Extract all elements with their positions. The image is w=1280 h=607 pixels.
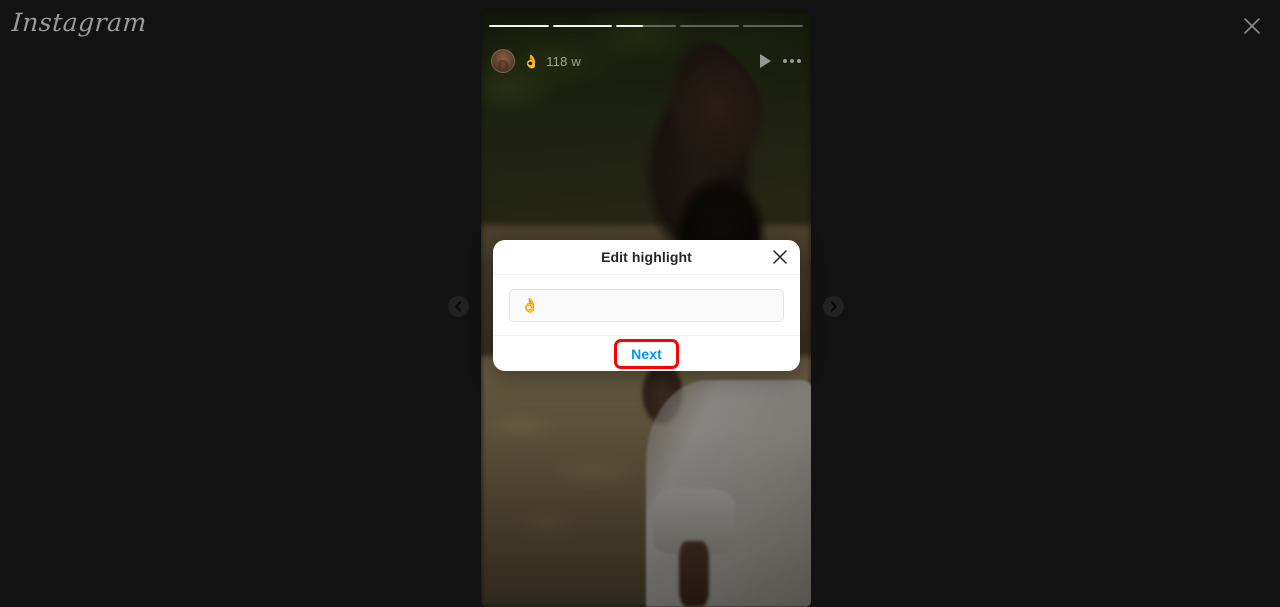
- progress-segment: [679, 25, 740, 27]
- next-button[interactable]: Next: [614, 338, 679, 369]
- highlight-emoji: 👌: [523, 53, 540, 69]
- more-options-icon[interactable]: [783, 59, 801, 63]
- play-icon[interactable]: [760, 54, 771, 68]
- progress-segment: [552, 25, 613, 27]
- story-header: 👌 118 w: [491, 48, 801, 74]
- progress-segment: [616, 25, 676, 27]
- next-story-button[interactable]: [823, 296, 844, 317]
- instagram-logo: Instagram: [10, 8, 148, 37]
- dialog-title: Edit highlight: [601, 249, 692, 265]
- dialog-header: Edit highlight: [493, 240, 800, 275]
- dialog-footer: Next: [493, 335, 800, 371]
- story-timestamp: 118 w: [546, 53, 581, 69]
- progress-segment: [489, 25, 549, 27]
- instagram-story-viewer: Instagram 👌 118 w Edit highlight 👌 Next: [0, 0, 1280, 607]
- progress-segment: [743, 25, 803, 27]
- close-icon[interactable]: [1236, 10, 1268, 42]
- story-progress-bar: [489, 25, 803, 27]
- dialog-close-icon[interactable]: [770, 247, 790, 267]
- avatar[interactable]: [491, 49, 515, 73]
- prev-story-button[interactable]: [448, 296, 469, 317]
- dialog-body: [493, 275, 800, 335]
- highlight-name-input[interactable]: [509, 289, 784, 322]
- edit-highlight-dialog: Edit highlight Next: [493, 240, 800, 371]
